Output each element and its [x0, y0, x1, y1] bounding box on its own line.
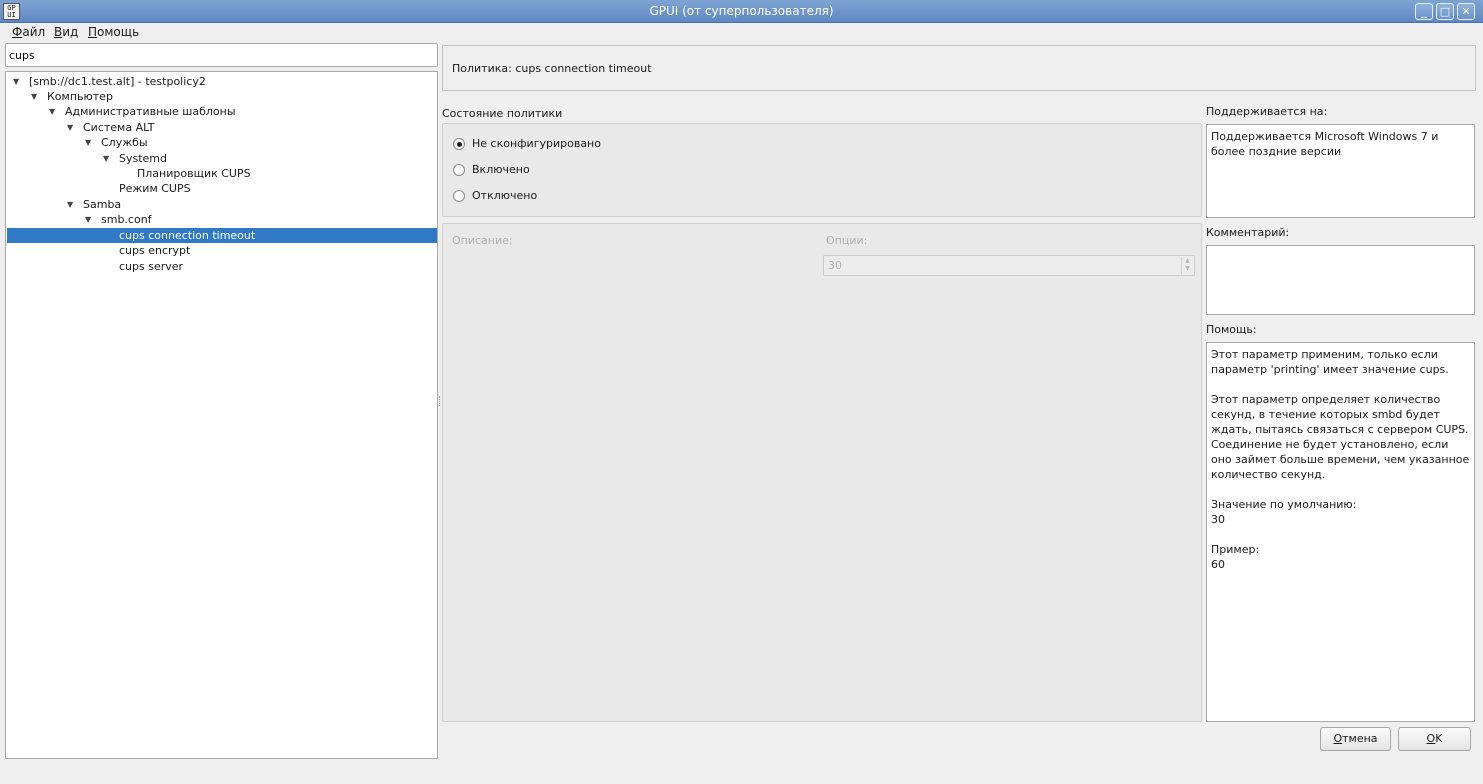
tree-item-system-alt[interactable]: ▼ Система ALT — [7, 120, 437, 135]
comment-label: Комментарий: — [1206, 226, 1290, 239]
tree-item-samba[interactable]: ▼ Samba — [7, 197, 437, 212]
radio-checked-icon[interactable] — [453, 138, 465, 150]
splitter-handle[interactable] — [439, 396, 441, 406]
radio-icon[interactable] — [453, 190, 465, 202]
title-bar: GP UI GPUI (от суперпользователя) _ □ ✕ — [0, 0, 1483, 23]
minimize-button[interactable]: _ — [1415, 3, 1433, 20]
chevron-down-icon[interactable]: ▼ — [13, 74, 19, 89]
chevron-down-icon[interactable]: ▼ — [85, 212, 91, 227]
chevron-down-icon[interactable]: ▼ — [103, 151, 109, 166]
chevron-down-icon[interactable]: ▼ — [67, 197, 73, 212]
tree-item-root[interactable]: ▼ [smb://dc1.test.alt] - testpolicy2 — [7, 74, 437, 89]
supported-on-text: Поддерживается Microsoft Windows 7 и бол… — [1206, 124, 1475, 218]
close-button[interactable]: ✕ — [1457, 3, 1475, 20]
policy-title: Политика: cups connection timeout — [442, 45, 1476, 91]
window-title: GPUI (от суперпользователя) — [649, 4, 834, 18]
menu-file[interactable]: Файл — [12, 25, 45, 39]
menu-bar: Файл Вид Помощь — [0, 23, 1483, 41]
help-text: Этот параметр применим, только если пара… — [1206, 342, 1475, 722]
description-label: Описание: — [452, 234, 513, 247]
radio-icon[interactable] — [453, 164, 465, 176]
chevron-down-icon[interactable]: ▼ — [49, 104, 55, 119]
tree-item-services[interactable]: ▼ Службы — [7, 135, 437, 150]
menu-help[interactable]: Помощь — [88, 25, 139, 39]
chevron-down-icon[interactable]: ▼ — [31, 89, 37, 104]
chevron-down-icon[interactable]: ▼ — [85, 135, 91, 150]
policy-state-label: Состояние политики — [442, 107, 563, 120]
search-input[interactable] — [5, 43, 438, 67]
menu-view[interactable]: Вид — [54, 25, 78, 39]
policy-tree[interactable]: ▼ [smb://dc1.test.alt] - testpolicy2 ▼ К… — [5, 71, 438, 759]
tree-item-cups-mode[interactable]: Режим CUPS — [7, 181, 437, 196]
maximize-button[interactable]: □ — [1436, 3, 1454, 20]
help-label: Помощь: — [1206, 323, 1257, 336]
ok-button[interactable]: OK — [1398, 727, 1471, 751]
tree-item-admin-templates[interactable]: ▼ Административные шаблоны — [7, 104, 437, 119]
cancel-button[interactable]: Отмена — [1320, 727, 1391, 751]
tree-item-cups-connection-timeout[interactable]: cups connection timeout — [7, 228, 437, 243]
option-spinbox[interactable]: 30 ▲ ▼ — [823, 255, 1195, 276]
chevron-down-icon[interactable]: ▼ — [67, 120, 73, 135]
tree-item-computer[interactable]: ▼ Компьютер — [7, 89, 437, 104]
tree-item-cups-server[interactable]: cups server — [7, 259, 437, 274]
tree-item-systemd[interactable]: ▼ Systemd — [7, 151, 437, 166]
options-label: Опции: — [826, 234, 868, 247]
tree-item-cups-encrypt[interactable]: cups encrypt — [7, 243, 437, 258]
supported-on-label: Поддерживается на: — [1206, 105, 1328, 118]
description-options-panel: Описание: Опции: 30 ▲ ▼ — [442, 223, 1202, 722]
tree-item-smb-conf[interactable]: ▼ smb.conf — [7, 212, 437, 227]
comment-field[interactable] — [1206, 245, 1475, 315]
tree-item-cups-scheduler[interactable]: Планировщик CUPS — [7, 166, 437, 181]
spin-arrows-icon[interactable]: ▲ ▼ — [1181, 257, 1193, 274]
policy-state-group: Не сконфигурировано Включено Отключено — [442, 123, 1202, 217]
